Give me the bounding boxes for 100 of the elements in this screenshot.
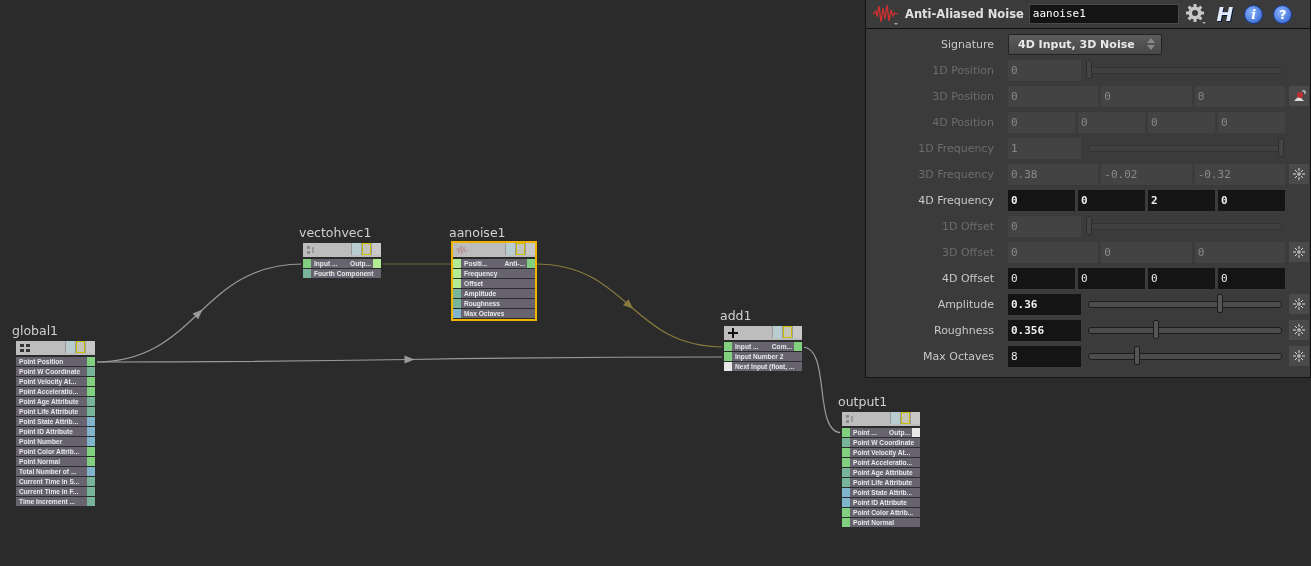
slider-thumb[interactable] xyxy=(1153,319,1160,339)
value-field[interactable]: 8 xyxy=(1008,345,1081,367)
wire[interactable] xyxy=(380,263,454,265)
output-port[interactable] xyxy=(87,357,95,366)
value-field[interactable]: 2 xyxy=(1148,189,1215,211)
input-port[interactable] xyxy=(453,309,461,318)
flag-toggle[interactable] xyxy=(910,412,920,424)
parameter-label: 4D Offset xyxy=(941,271,994,285)
flag-toggle[interactable] xyxy=(525,243,535,255)
input-port[interactable] xyxy=(842,438,850,447)
output-port[interactable] xyxy=(87,377,95,386)
signature-dropdown[interactable]: 4D Input, 3D Noise xyxy=(1008,33,1162,55)
input-port[interactable] xyxy=(842,468,850,477)
settings-button[interactable] xyxy=(1183,3,1208,25)
value-field[interactable]: 0 xyxy=(1078,267,1145,289)
output-port[interactable] xyxy=(87,407,95,416)
value-field[interactable]: 0.36 xyxy=(1008,293,1081,315)
output-port[interactable] xyxy=(87,397,95,406)
flag-toggle[interactable] xyxy=(65,341,75,353)
output-port[interactable] xyxy=(87,497,95,506)
value-field[interactable]: 0 xyxy=(1218,267,1285,289)
value-field[interactable]: 0 xyxy=(1218,189,1285,211)
input-port[interactable] xyxy=(453,299,461,308)
input-port[interactable] xyxy=(453,289,461,298)
input-port[interactable] xyxy=(724,352,732,361)
grid-icon xyxy=(19,343,31,353)
node-header[interactable] xyxy=(724,326,802,340)
input-port[interactable] xyxy=(842,478,850,487)
node-header[interactable] xyxy=(16,341,95,355)
input-port[interactable] xyxy=(724,342,732,351)
value-field[interactable]: 0 xyxy=(1008,189,1075,211)
input-port[interactable] xyxy=(842,428,850,437)
flag-toggle[interactable] xyxy=(782,326,792,338)
slider-thumb[interactable] xyxy=(1216,293,1223,313)
parameter-label: Max Octaves xyxy=(922,349,994,363)
parameter-label: Roughness xyxy=(933,323,994,337)
flag-toggle[interactable] xyxy=(85,341,95,353)
menu-button[interactable]: H xyxy=(1212,3,1237,25)
handle-button[interactable] xyxy=(1289,86,1309,106)
flag-toggle[interactable] xyxy=(75,341,85,353)
flag-toggle[interactable] xyxy=(351,243,361,255)
channel-button[interactable] xyxy=(1289,164,1309,184)
input-port[interactable] xyxy=(842,508,850,517)
input-port[interactable] xyxy=(453,259,461,268)
input-port[interactable] xyxy=(842,458,850,467)
waveform-icon[interactable] xyxy=(872,2,900,26)
node-header[interactable] xyxy=(303,243,381,257)
output-port[interactable] xyxy=(87,427,95,436)
node-name: add1 xyxy=(720,308,752,324)
output-port[interactable] xyxy=(87,417,95,426)
input-port[interactable] xyxy=(303,259,311,268)
flag-toggle[interactable] xyxy=(361,243,371,255)
output-port[interactable] xyxy=(87,387,95,396)
channel-button[interactable] xyxy=(1289,346,1309,366)
input-port[interactable] xyxy=(842,488,850,497)
help-button[interactable]: ? xyxy=(1273,4,1293,24)
input-port[interactable] xyxy=(453,269,461,278)
sparkle-icon xyxy=(1292,297,1306,311)
wire[interactable] xyxy=(94,355,725,364)
node-header[interactable] xyxy=(842,412,920,426)
input-port[interactable] xyxy=(842,498,850,507)
output-port[interactable] xyxy=(794,342,802,351)
channel-button[interactable] xyxy=(1289,242,1309,262)
sparkle-icon xyxy=(1292,167,1306,181)
value-field[interactable]: 0 xyxy=(1148,267,1215,289)
output-port[interactable] xyxy=(87,457,95,466)
output-port[interactable] xyxy=(87,467,95,476)
flag-toggle[interactable] xyxy=(371,243,381,255)
flag-toggle[interactable] xyxy=(515,243,525,255)
flag-toggle[interactable] xyxy=(900,412,910,424)
flag-toggle[interactable] xyxy=(792,326,802,338)
node-card[interactable] xyxy=(14,339,97,509)
value-field[interactable]: 0 xyxy=(1008,267,1075,289)
parameter-label: Amplitude xyxy=(936,297,994,311)
flag-toggle[interactable] xyxy=(890,412,900,424)
output-port[interactable] xyxy=(87,477,95,486)
node-name-field[interactable]: aanoise1 xyxy=(1028,4,1179,24)
input-port[interactable] xyxy=(842,518,850,527)
channel-button[interactable] xyxy=(1289,294,1309,314)
parameter-label: Signature xyxy=(939,37,994,51)
info-button[interactable]: i xyxy=(1244,4,1264,24)
input-port[interactable] xyxy=(453,279,461,288)
slider-thumb[interactable] xyxy=(1134,345,1140,365)
input-port[interactable] xyxy=(842,448,850,457)
value-field[interactable]: 0 xyxy=(1078,189,1145,211)
flag-toggle[interactable] xyxy=(772,326,782,338)
node-name: output1 xyxy=(838,394,888,410)
output-port[interactable] xyxy=(527,259,535,268)
node-header[interactable] xyxy=(453,243,535,257)
channel-button[interactable] xyxy=(1289,320,1309,340)
output-port[interactable] xyxy=(87,367,95,376)
output-port[interactable] xyxy=(87,437,95,446)
value-field[interactable]: 0.356 xyxy=(1008,319,1081,341)
output-port[interactable] xyxy=(912,428,920,437)
output-port[interactable] xyxy=(373,259,381,268)
input-port[interactable] xyxy=(724,362,732,371)
input-port[interactable] xyxy=(303,269,311,278)
flag-toggle[interactable] xyxy=(505,243,515,255)
output-port[interactable] xyxy=(87,487,95,496)
output-port[interactable] xyxy=(87,447,95,456)
